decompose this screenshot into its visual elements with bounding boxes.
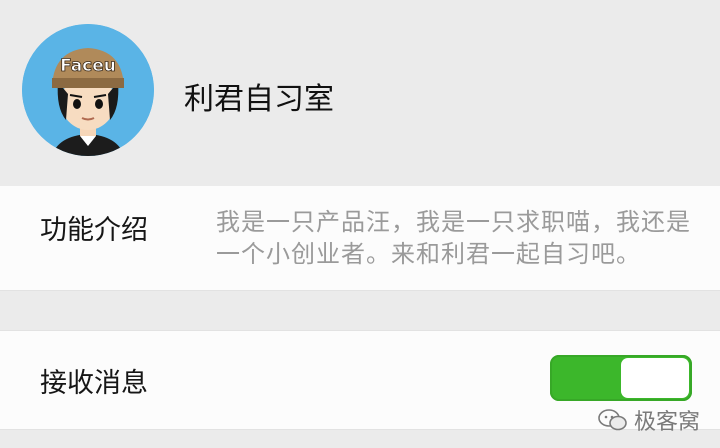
receive-messages-toggle[interactable] (550, 355, 692, 401)
profile-header: Faceu 利君自习室 (0, 0, 720, 186)
receive-messages-label: 接收消息 (40, 368, 148, 399)
intro-section: 功能介绍 我是一只产品汪，我是一只求职喵，我还是一个小创业者。来和利君一起自习吧… (0, 186, 720, 291)
avatar[interactable]: Faceu (22, 24, 154, 156)
avatar-illustration: Faceu (22, 24, 154, 156)
avatar-logo-text: Faceu (60, 56, 116, 76)
watermark-text: 极客窝 (633, 410, 700, 435)
intro-label: 功能介绍 (40, 215, 148, 246)
watermark: 极客窝 (598, 404, 700, 436)
toggle-knob[interactable] (621, 358, 689, 398)
intro-text: 我是一只产品汪，我是一只求职喵，我还是一个小创业者。来和利君一起自习吧。 (216, 208, 691, 268)
wechat-icon (598, 409, 627, 431)
account-name: 利君自习室 (184, 82, 334, 117)
